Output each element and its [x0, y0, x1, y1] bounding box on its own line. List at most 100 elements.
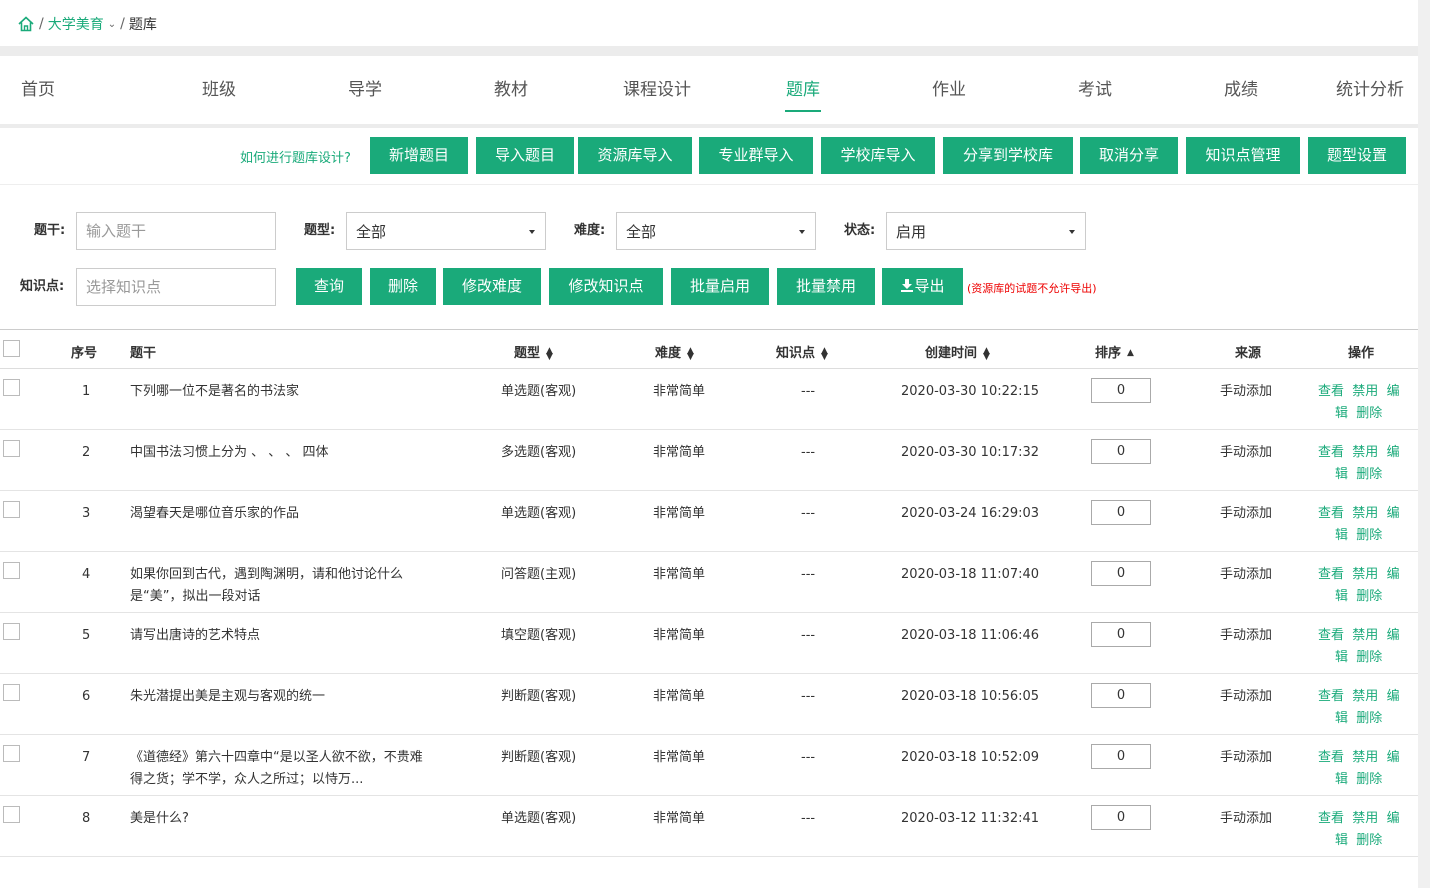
- view-link[interactable]: 查看: [1318, 628, 1344, 643]
- row-order-input[interactable]: 0: [1091, 683, 1151, 708]
- view-link[interactable]: 查看: [1318, 506, 1344, 521]
- delete-link[interactable]: 删除: [1356, 589, 1382, 604]
- query-button[interactable]: 查询: [296, 268, 362, 305]
- help-link[interactable]: 如何进行题库设计?: [240, 147, 351, 166]
- disable-link[interactable]: 禁用: [1352, 384, 1378, 399]
- th-knowledge[interactable]: 知识点 ▲ ▼: [776, 342, 828, 361]
- tab-3[interactable]: 教材: [438, 56, 584, 124]
- edit-link[interactable]: 编: [1387, 628, 1400, 643]
- row-stem[interactable]: 中国书法习惯上分为 、 、 、 四体: [130, 442, 460, 464]
- export-button[interactable]: 导出: [882, 268, 963, 305]
- disable-link[interactable]: 禁用: [1352, 811, 1378, 826]
- row-order-input[interactable]: 0: [1091, 500, 1151, 525]
- row-order-input[interactable]: 0: [1091, 805, 1151, 830]
- batch-enable-button[interactable]: 批量启用: [671, 268, 769, 305]
- view-link[interactable]: 查看: [1318, 811, 1344, 826]
- sort-icon[interactable]: ▲ ▼: [687, 346, 694, 361]
- th-difficulty[interactable]: 难度 ▲ ▼: [655, 342, 694, 361]
- disable-link[interactable]: 禁用: [1352, 628, 1378, 643]
- edit-link[interactable]: 编: [1387, 567, 1400, 582]
- disable-link[interactable]: 禁用: [1352, 445, 1378, 460]
- row-checkbox[interactable]: [3, 562, 20, 579]
- difficulty-select[interactable]: 全部: [616, 212, 816, 250]
- row-order-input[interactable]: 0: [1091, 744, 1151, 769]
- row-stem[interactable]: 朱光潜提出美是主观与客观的统一: [130, 686, 460, 708]
- delete-button[interactable]: 删除: [370, 268, 436, 305]
- row-checkbox[interactable]: [3, 806, 20, 823]
- row-checkbox[interactable]: [3, 501, 20, 518]
- select-all-checkbox[interactable]: [3, 340, 20, 357]
- view-link[interactable]: 查看: [1318, 689, 1344, 704]
- th-created[interactable]: 创建时间 ▲ ▼: [925, 342, 990, 361]
- edit-link[interactable]: 编: [1387, 811, 1400, 826]
- stem-input[interactable]: 输入题干: [76, 212, 276, 250]
- delete-link[interactable]: 删除: [1356, 528, 1382, 543]
- tab-4[interactable]: 课程设计: [584, 56, 730, 124]
- knowledge-input[interactable]: 选择知识点: [76, 268, 276, 306]
- question-type-settings-button[interactable]: 题型设置: [1308, 137, 1406, 174]
- edit-link[interactable]: 编: [1387, 750, 1400, 765]
- disable-link[interactable]: 禁用: [1352, 750, 1378, 765]
- home-icon[interactable]: [17, 15, 35, 33]
- chevron-down-icon[interactable]: ⌄: [108, 19, 116, 30]
- view-link[interactable]: 查看: [1318, 567, 1344, 582]
- delete-link[interactable]: 删除: [1356, 467, 1382, 482]
- delete-link[interactable]: 删除: [1356, 833, 1382, 848]
- row-checkbox[interactable]: [3, 623, 20, 640]
- view-link[interactable]: 查看: [1318, 384, 1344, 399]
- delete-link[interactable]: 删除: [1356, 650, 1382, 665]
- row-order-input[interactable]: 0: [1091, 439, 1151, 464]
- modify-difficulty-button[interactable]: 修改难度: [443, 268, 541, 305]
- row-stem[interactable]: 如果你回到古代，遇到陶渊明，请和他讨论什么 是“美”，拟出一段对话: [130, 564, 460, 608]
- edit-link-cont[interactable]: 辑: [1335, 650, 1348, 665]
- th-order[interactable]: 排序 ▲: [1095, 342, 1134, 361]
- row-order-input[interactable]: 0: [1091, 622, 1151, 647]
- add-question-button[interactable]: 新增题目: [370, 137, 468, 174]
- row-stem[interactable]: 渴望春天是哪位音乐家的作品: [130, 503, 460, 525]
- import-question-button[interactable]: 导入题目: [476, 137, 574, 174]
- edit-link-cont[interactable]: 辑: [1335, 589, 1348, 604]
- disable-link[interactable]: 禁用: [1352, 506, 1378, 521]
- share-to-school-button[interactable]: 分享到学校库: [943, 137, 1073, 174]
- row-stem[interactable]: 《道德经》第六十四章中“是以圣人欲不欲，不贵难 得之货；学不学，众人之所过；以恃万…: [130, 747, 460, 791]
- school-lib-import-button[interactable]: 学校库导入: [821, 137, 935, 174]
- type-select[interactable]: 全部: [346, 212, 546, 250]
- edit-link[interactable]: 编: [1387, 445, 1400, 460]
- delete-link[interactable]: 删除: [1356, 406, 1382, 421]
- cancel-share-button[interactable]: 取消分享: [1080, 137, 1178, 174]
- sort-asc-icon[interactable]: ▲: [1127, 347, 1134, 360]
- breadcrumb-course[interactable]: 大学美育: [48, 14, 104, 34]
- edit-link-cont[interactable]: 辑: [1335, 772, 1348, 787]
- sort-icon[interactable]: ▲ ▼: [983, 346, 990, 361]
- row-checkbox[interactable]: [3, 379, 20, 396]
- row-checkbox[interactable]: [3, 684, 20, 701]
- tab-0[interactable]: 首页: [0, 56, 146, 124]
- status-select[interactable]: 启用: [886, 212, 1086, 250]
- knowledge-manage-button[interactable]: 知识点管理: [1186, 137, 1300, 174]
- edit-link-cont[interactable]: 辑: [1335, 833, 1348, 848]
- row-stem[interactable]: 美是什么?: [130, 808, 460, 830]
- row-order-input[interactable]: 0: [1091, 561, 1151, 586]
- resource-import-button[interactable]: 资源库导入: [578, 137, 692, 174]
- delete-link[interactable]: 删除: [1356, 711, 1382, 726]
- major-group-import-button[interactable]: 专业群导入: [699, 137, 813, 174]
- tab-1[interactable]: 班级: [146, 56, 292, 124]
- tab-7[interactable]: 考试: [1022, 56, 1168, 124]
- view-link[interactable]: 查看: [1318, 445, 1344, 460]
- modify-knowledge-button[interactable]: 修改知识点: [549, 268, 663, 305]
- view-link[interactable]: 查看: [1318, 750, 1344, 765]
- sort-icon[interactable]: ▲ ▼: [546, 346, 553, 361]
- row-checkbox[interactable]: [3, 440, 20, 457]
- edit-link-cont[interactable]: 辑: [1335, 528, 1348, 543]
- sort-icon[interactable]: ▲ ▼: [821, 346, 828, 361]
- tab-6[interactable]: 作业: [876, 56, 1022, 124]
- tab-2[interactable]: 导学: [292, 56, 438, 124]
- row-order-input[interactable]: 0: [1091, 378, 1151, 403]
- row-checkbox[interactable]: [3, 745, 20, 762]
- edit-link-cont[interactable]: 辑: [1335, 467, 1348, 482]
- tab-8[interactable]: 成绩: [1168, 56, 1314, 124]
- th-type[interactable]: 题型 ▲ ▼: [514, 342, 553, 361]
- disable-link[interactable]: 禁用: [1352, 689, 1378, 704]
- disable-link[interactable]: 禁用: [1352, 567, 1378, 582]
- edit-link-cont[interactable]: 辑: [1335, 711, 1348, 726]
